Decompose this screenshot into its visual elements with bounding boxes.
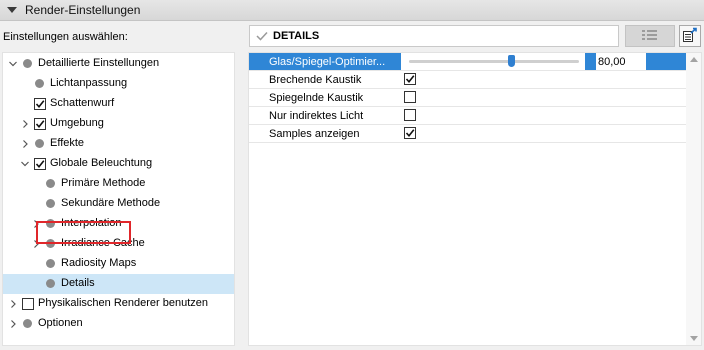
property-checkbox[interactable] — [404, 73, 416, 85]
chevron-down-icon[interactable] — [20, 159, 30, 169]
tree-item-label: Physikalischen Renderer benutzen — [38, 297, 208, 309]
scroll-up-icon[interactable] — [690, 57, 698, 62]
property-row[interactable]: Spiegelnde Kaustik — [249, 89, 686, 107]
export-button[interactable] — [679, 25, 701, 47]
chevron-right-icon[interactable] — [8, 299, 18, 309]
dot-icon — [46, 239, 55, 248]
dot-icon — [23, 319, 32, 328]
collapse-triangle-icon[interactable] — [7, 7, 17, 13]
property-label: Nur indirektes Licht — [269, 110, 364, 122]
tree-item-globale-beleuchtung[interactable]: Globale Beleuchtung — [3, 154, 234, 174]
dot-icon — [46, 179, 55, 188]
tree-item-primäre-methode[interactable]: Primäre Methode — [3, 174, 234, 194]
details-header: DETAILS — [249, 25, 619, 47]
tree-item-umgebung[interactable]: Umgebung — [3, 114, 234, 134]
panel-title: Render-Einstellungen — [25, 3, 141, 17]
tree-item-label: Schattenwurf — [50, 97, 115, 109]
tree-item-lichtanpassung[interactable]: Lichtanpassung — [3, 74, 234, 94]
property-label: Glas/Spiegel-Optimier... — [269, 56, 386, 68]
export-icon — [682, 27, 698, 46]
chevron-down-icon[interactable] — [8, 59, 18, 69]
tree-item-effekte[interactable]: Effekte — [3, 134, 234, 154]
chevron-right-icon[interactable] — [31, 239, 41, 249]
property-row[interactable]: Brechende Kaustik — [249, 71, 686, 89]
settings-tree: Detaillierte Einstellungen Lichtanpassung… — [2, 52, 235, 346]
chevron-right-icon[interactable] — [20, 119, 30, 129]
checkmark-icon — [256, 30, 268, 42]
dot-icon — [46, 279, 55, 288]
tree-item-label: Primäre Methode — [61, 177, 146, 189]
details-title: DETAILS — [273, 30, 320, 42]
tree-item-radiosity-maps[interactable]: Radiosity Maps — [3, 254, 234, 274]
tree-item-label: Effekte — [50, 137, 85, 149]
tree-checkbox[interactable] — [22, 298, 34, 310]
dot-icon — [35, 139, 44, 148]
list-button[interactable] — [625, 25, 675, 47]
property-label: Brechende Kaustik — [269, 74, 362, 86]
slider-thumb[interactable] — [508, 55, 515, 67]
value-field[interactable]: 80,00 — [598, 56, 626, 68]
tree-item-details[interactable]: Details — [3, 274, 234, 294]
tree-item-irradiance-cache[interactable]: Irradiance Cache — [3, 234, 234, 254]
panel-header[interactable]: Render-Einstellungen — [0, 0, 704, 21]
property-checkbox[interactable] — [404, 127, 416, 139]
tree-item-optionen[interactable]: Optionen — [3, 314, 234, 334]
dot-icon — [23, 59, 32, 68]
list-icon — [641, 28, 659, 45]
tree-item-label: Interpolation — [61, 217, 122, 229]
tree-checkbox[interactable] — [34, 118, 46, 130]
vertical-scrollbar[interactable] — [686, 53, 701, 345]
chevron-right-icon[interactable] — [8, 319, 18, 329]
tree-item-label: Globale Beleuchtung — [50, 157, 153, 169]
tree-item-label: Radiosity Maps — [61, 257, 137, 269]
tree-item-label: Details — [61, 277, 95, 289]
slider-track[interactable] — [409, 60, 579, 63]
tree-item-sekundäre-methode[interactable]: Sekundäre Methode — [3, 194, 234, 214]
property-row[interactable]: Nur indirektes Licht — [249, 107, 686, 125]
property-row[interactable]: Samples anzeigen — [249, 125, 686, 143]
tree-item-physikalischen-renderer-benutzen[interactable]: Physikalischen Renderer benutzen — [3, 294, 234, 314]
dot-icon — [46, 219, 55, 228]
tree-item-detaillierte-einstellungen[interactable]: Detaillierte Einstellungen — [3, 54, 234, 74]
value-bar — [646, 53, 686, 70]
details-grid: Glas/Spiegel-Optimier... 80,00 Brechende K… — [248, 52, 702, 346]
tree-checkbox[interactable] — [34, 158, 46, 170]
property-row[interactable]: Glas/Spiegel-Optimier... 80,00 — [249, 53, 686, 71]
property-label: Spiegelnde Kaustik — [269, 92, 364, 104]
dot-icon — [46, 259, 55, 268]
scroll-down-icon[interactable] — [690, 336, 698, 341]
tree-item-label: Detaillierte Einstellungen — [38, 57, 160, 69]
tree-item-label: Irradiance Cache — [61, 237, 145, 249]
tree-item-label: Lichtanpassung — [50, 77, 128, 89]
property-checkbox[interactable] — [404, 109, 416, 121]
tree-checkbox[interactable] — [34, 98, 46, 110]
chevron-right-icon[interactable] — [20, 139, 30, 149]
tree-item-schattenwurf[interactable]: Schattenwurf — [3, 94, 234, 114]
property-checkbox[interactable] — [404, 91, 416, 103]
tree-item-label: Sekundäre Methode — [61, 197, 161, 209]
tree-item-label: Umgebung — [50, 117, 104, 129]
dot-icon — [35, 79, 44, 88]
tree-item-label: Optionen — [38, 317, 83, 329]
dot-icon — [46, 199, 55, 208]
tree-item-interpolation[interactable]: Interpolation — [3, 214, 234, 234]
chevron-right-icon[interactable] — [31, 219, 41, 229]
value-marker — [585, 53, 596, 70]
property-label: Samples anzeigen — [269, 128, 360, 140]
select-settings-label: Einstellungen auswählen: — [3, 31, 128, 43]
